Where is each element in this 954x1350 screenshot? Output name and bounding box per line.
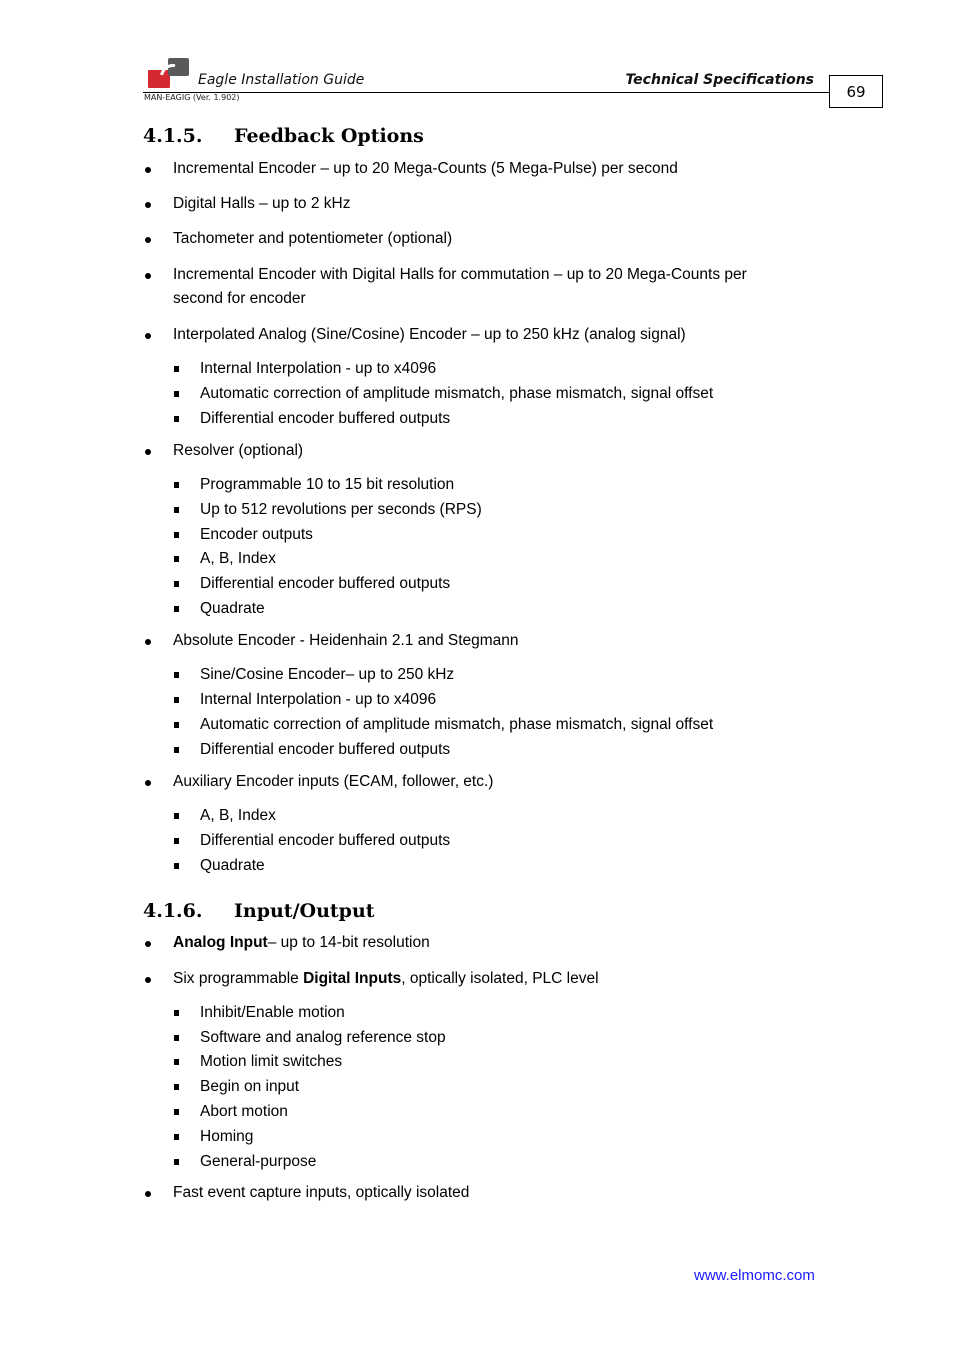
page-number: 69 [829, 75, 883, 108]
section-number: 4.1.5. [143, 125, 203, 147]
square-bullet-icon [174, 416, 179, 422]
square-bullet-icon [174, 366, 179, 372]
square-bullet-icon [174, 1084, 179, 1090]
square-bullet-icon [174, 1010, 179, 1016]
square-bullet-icon [174, 672, 179, 678]
square-bullet-icon [174, 581, 179, 587]
square-bullet-icon [174, 482, 179, 488]
website-link[interactable]: www.elmomc.com [694, 1267, 815, 1284]
square-bullet-icon [174, 507, 179, 513]
square-bullet-icon [174, 391, 179, 397]
section-heading-feedback-options: 4.1.5. Feedback Options [143, 125, 424, 147]
section-number: 4.1.6. [143, 900, 203, 922]
square-bullet-icon [174, 838, 179, 844]
square-bullet-icon [174, 747, 179, 753]
header-section-title: Technical Specifications [625, 72, 814, 88]
section-heading-input-output: 4.1.6. Input/Output [143, 900, 375, 922]
section-title: Feedback Options [234, 125, 424, 147]
document-title: Eagle Installation Guide [198, 72, 365, 88]
square-bullet-icon [174, 532, 179, 538]
section-title: Input/Output [234, 900, 375, 922]
square-bullet-icon [174, 1035, 179, 1041]
square-bullet-icon [174, 1109, 179, 1115]
document-version: MAN-EAGIG (Ver. 1.902) [144, 93, 240, 102]
square-bullet-icon [174, 606, 179, 612]
elmo-logo [148, 58, 192, 96]
square-bullet-icon [174, 556, 179, 562]
square-bullet-icon [174, 697, 179, 703]
square-bullet-icon [174, 813, 179, 819]
square-bullet-icon [174, 1134, 179, 1140]
square-bullet-icon [174, 1059, 179, 1065]
bold-term: Analog Input [173, 934, 268, 951]
square-bullet-icon [174, 863, 179, 869]
bold-term: Digital Inputs [303, 970, 402, 987]
square-bullet-icon [174, 722, 179, 728]
square-bullet-icon [174, 1159, 179, 1165]
header-divider [143, 92, 829, 93]
